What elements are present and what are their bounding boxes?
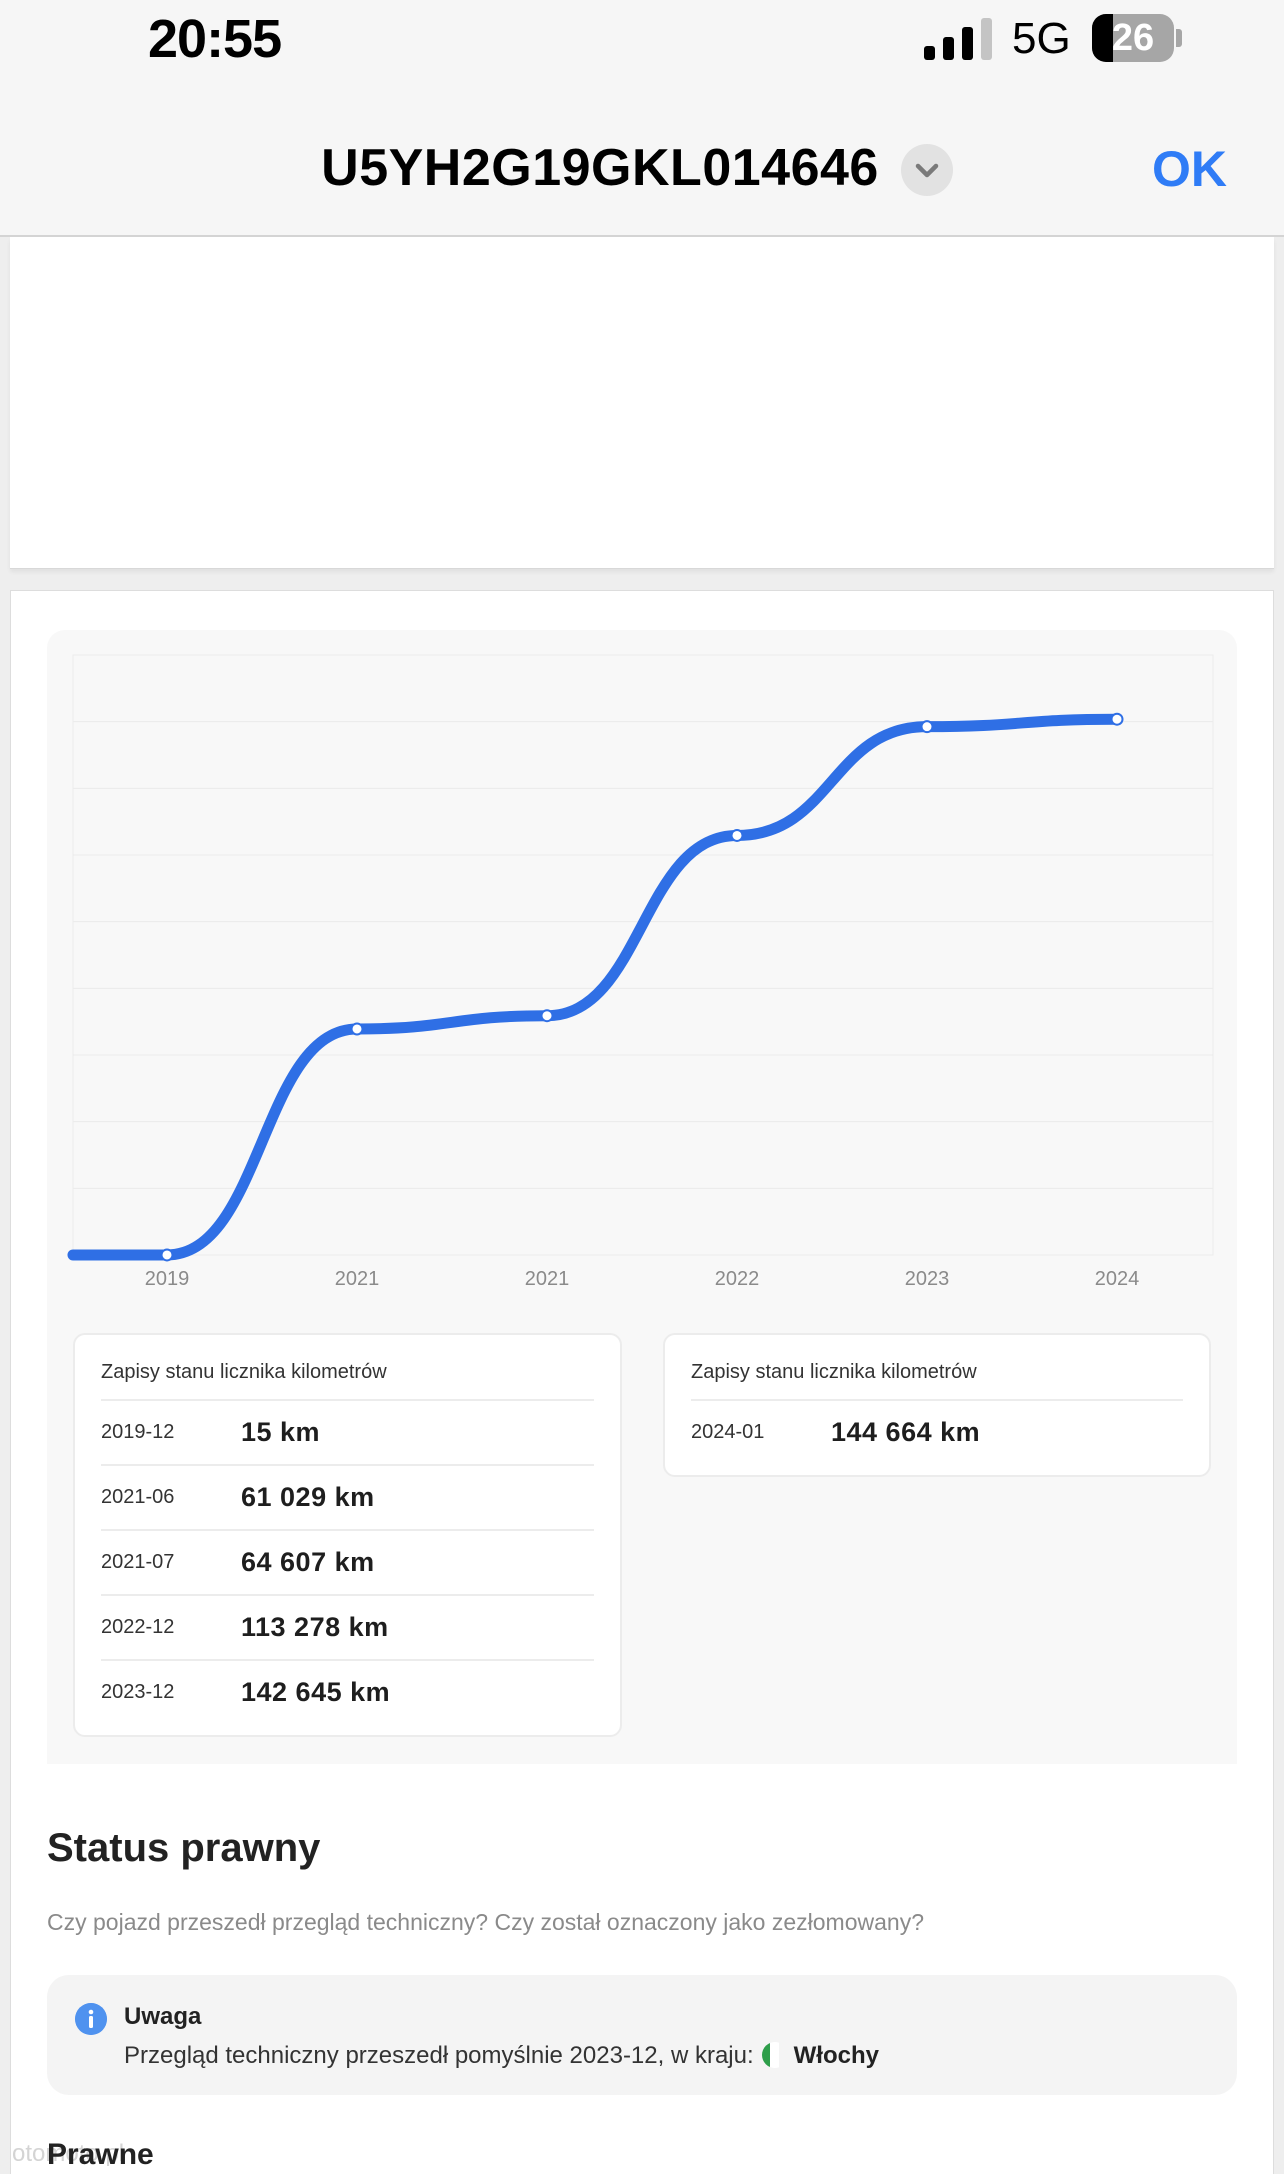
signal-icon — [924, 18, 992, 60]
next-section-title: Prawne — [47, 2138, 154, 2171]
data-point — [350, 1022, 364, 1036]
reading-date: 2022-12 — [101, 1616, 175, 1638]
vin-title: U5YH2G19GKL014646 — [321, 139, 879, 197]
vin-dropdown-button[interactable] — [901, 144, 953, 196]
reading-date: 2021-06 — [101, 1486, 175, 1508]
status-bar: 20:55 5G 26 — [0, 0, 1284, 80]
reading-date: 2024-01 — [691, 1421, 765, 1443]
signal-bar-4 — [981, 18, 992, 60]
readings-title: Zapisy stanu licznika kilometrów — [101, 1361, 387, 1383]
top-card — [10, 237, 1274, 569]
battery-icon: 26 — [1092, 14, 1182, 62]
reading-value: 144 664 km — [831, 1417, 981, 1447]
data-point — [160, 1248, 174, 1262]
status-time: 20:55 — [148, 9, 282, 69]
ok-button[interactable]: OK — [1152, 140, 1227, 198]
battery-level: 26 — [1111, 17, 1155, 59]
info-icon — [75, 2003, 107, 2035]
data-point — [540, 1009, 554, 1023]
reading-value: 15 km — [241, 1417, 321, 1447]
reading-row: 2021-07 64 607 km — [101, 1529, 594, 1594]
x-tick-label: 2021 — [335, 1268, 380, 1290]
x-tick-label: 2023 — [905, 1268, 950, 1290]
signal-bar-3 — [962, 27, 973, 60]
legal-status-title: Status prawny — [47, 1826, 321, 1870]
signal-bar-1 — [924, 46, 935, 60]
reading-row: 2023-12 142 645 km — [101, 1659, 594, 1724]
x-tick-label: 2022 — [715, 1268, 760, 1290]
x-tick-label: 2024 — [1095, 1268, 1140, 1290]
legal-status-subtitle: Czy pojazd przeszedł przegląd techniczny… — [47, 1909, 924, 1935]
reading-row: 2019-12 15 km — [101, 1399, 594, 1464]
reading-row: 2021-06 61 029 km — [101, 1464, 594, 1529]
notice-message: Przegląd techniczny przeszedł pomyślnie … — [124, 2042, 754, 2069]
notice-text: Przegląd techniczny przeszedł pomyślnie … — [124, 2042, 879, 2070]
x-tick-label: 2021 — [525, 1268, 570, 1290]
reading-value: 113 278 km — [241, 1612, 389, 1642]
plot-area — [72, 654, 1214, 1256]
nav-bar: U5YH2G19GKL014646 OK — [0, 80, 1284, 237]
signal-bar-2 — [943, 37, 954, 60]
reading-value: 142 645 km — [241, 1677, 391, 1707]
reading-row: 2022-12 113 278 km — [101, 1594, 594, 1659]
mileage-readings-card: Zapisy stanu licznika kilometrów 2019-12… — [73, 1333, 622, 1737]
x-tick-label: 2019 — [145, 1268, 190, 1290]
data-point — [920, 720, 934, 734]
mileage-chart: 2019 2021 2021 2022 2023 2024 — [67, 654, 1214, 1290]
reading-date: 2021-07 — [101, 1551, 175, 1573]
reading-value: 61 029 km — [241, 1482, 375, 1512]
readings-title: Zapisy stanu licznika kilometrów — [691, 1361, 977, 1383]
reading-value: 64 607 km — [241, 1547, 375, 1577]
reading-row: 2024-01 144 664 km — [691, 1399, 1183, 1464]
chevron-down-icon — [915, 163, 939, 178]
italy-flag-icon — [761, 2042, 788, 2068]
inspection-notice: Uwaga Przegląd techniczny przeszedł pomy… — [47, 1975, 1237, 2095]
notice-country: Włochy — [793, 2042, 879, 2069]
reading-date: 2019-12 — [101, 1421, 175, 1443]
mileage-readings-card: Zapisy stanu licznika kilometrów 2024-01… — [663, 1333, 1211, 1477]
reading-date: 2023-12 — [101, 1681, 175, 1703]
data-point — [730, 828, 744, 842]
network-type: 5G — [1012, 14, 1071, 63]
notice-title: Uwaga — [124, 2003, 202, 2030]
data-point — [1110, 712, 1124, 726]
